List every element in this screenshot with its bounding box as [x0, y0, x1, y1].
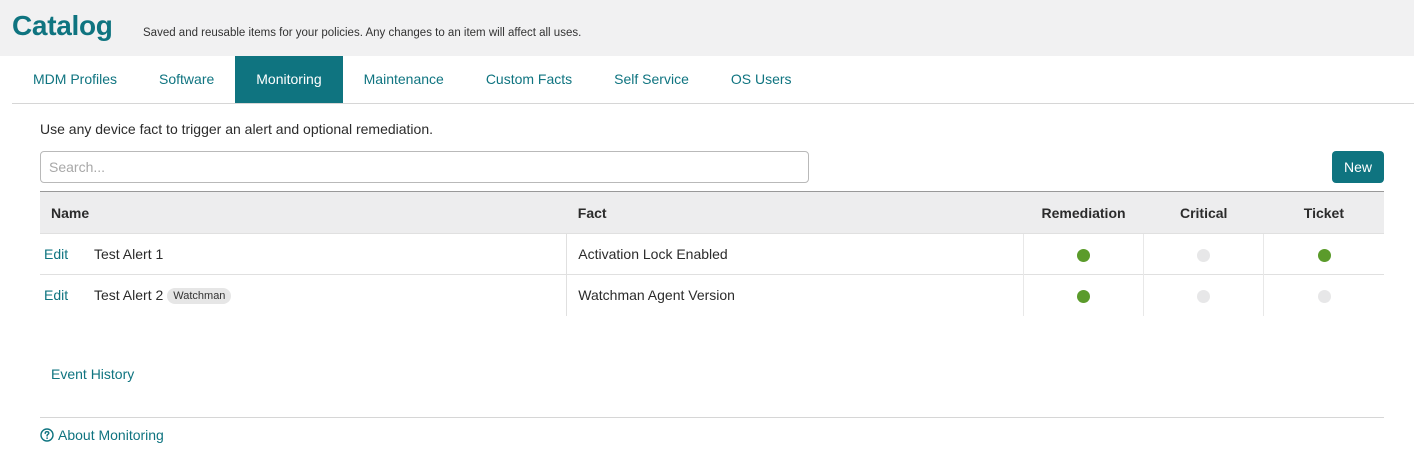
alert-name-cell: Edit Test Alert 1 — [40, 233, 567, 275]
tab-mdm-profiles[interactable]: MDM Profiles — [12, 56, 138, 103]
divider — [40, 417, 1384, 418]
tab-custom-facts[interactable]: Custom Facts — [465, 56, 593, 103]
question-circle-icon — [40, 428, 54, 442]
tab-monitoring[interactable]: Monitoring — [235, 56, 343, 103]
table-header-row: Name Fact Remediation Critical Ticket — [40, 191, 1384, 234]
critical-cell — [1143, 274, 1264, 316]
tab-os-users[interactable]: OS Users — [710, 56, 813, 103]
table-row: Edit Test Alert 1 Activation Lock Enabled — [40, 233, 1384, 275]
remediation-cell — [1022, 233, 1144, 275]
column-header-ticket[interactable]: Ticket — [1263, 191, 1384, 234]
watchman-badge: Watchman — [167, 287, 232, 304]
page-header: Catalog Saved and reusable items for you… — [0, 0, 1414, 56]
alert-name-cell: Edit Test Alert 2 Watchman — [40, 274, 567, 316]
ticket-cell — [1263, 274, 1384, 316]
ticket-cell — [1263, 233, 1384, 275]
column-header-critical[interactable]: Critical — [1143, 191, 1264, 234]
remediation-cell — [1022, 274, 1144, 316]
tab-maintenance[interactable]: Maintenance — [343, 56, 465, 103]
tab-software[interactable]: Software — [138, 56, 235, 103]
alert-fact: Watchman Agent Version — [566, 274, 1024, 316]
table-row: Edit Test Alert 2 Watchman Watchman Agent … — [40, 274, 1384, 316]
alerts-table: Name Fact Remediation Critical Ticket Ed… — [40, 191, 1384, 316]
critical-status-indicator — [1197, 248, 1211, 262]
alert-fact: Activation Lock Enabled — [566, 233, 1024, 275]
edit-link[interactable]: Edit — [44, 287, 94, 303]
catalog-tabs: MDM Profiles Software Monitoring Mainten… — [12, 56, 1414, 104]
page-title: Catalog — [12, 10, 113, 41]
column-header-name[interactable]: Name — [40, 191, 567, 234]
alert-name: Test Alert 2 — [94, 286, 164, 303]
column-header-remediation[interactable]: Remediation — [1023, 191, 1144, 234]
page-subtitle: Saved and reusable items for your polici… — [143, 27, 582, 39]
event-history-link[interactable]: Event History — [51, 366, 134, 382]
remediation-status-indicator — [1077, 290, 1091, 304]
about-monitoring-link[interactable]: About Monitoring — [40, 427, 164, 443]
critical-status-indicator — [1197, 290, 1211, 304]
new-alert-button[interactable]: New — [1332, 151, 1384, 183]
critical-cell — [1143, 233, 1264, 275]
search-input[interactable] — [40, 151, 809, 183]
ticket-status-indicator — [1317, 290, 1331, 304]
alert-name: Test Alert 1 — [94, 246, 164, 262]
ticket-status-indicator — [1317, 248, 1331, 262]
column-header-fact[interactable]: Fact — [566, 191, 1024, 234]
monitoring-description: Use any device fact to trigger an alert … — [40, 121, 434, 137]
remediation-status-indicator — [1077, 248, 1091, 262]
tab-self-service[interactable]: Self Service — [593, 56, 710, 103]
about-monitoring-label: About Monitoring — [58, 427, 164, 443]
edit-link[interactable]: Edit — [44, 246, 94, 262]
